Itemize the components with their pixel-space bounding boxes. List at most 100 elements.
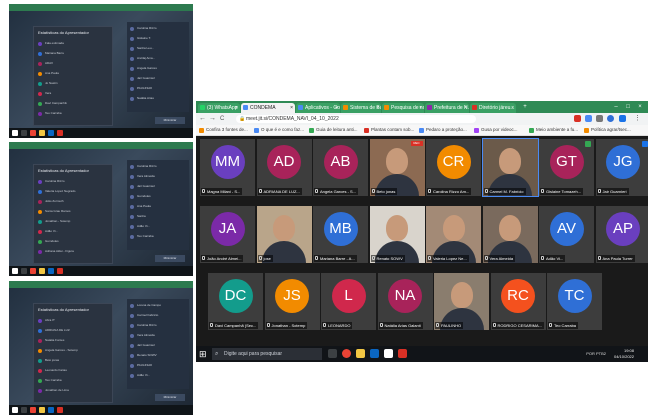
file-explorer-icon[interactable] bbox=[356, 349, 365, 358]
taskbar-app-icon bbox=[39, 130, 45, 136]
participant-tile[interactable]: AV Adão Vi... bbox=[539, 206, 594, 263]
participant-name: Mariana Barre - A... bbox=[314, 255, 357, 262]
bookmark-item[interactable]: Confira 3 fontes de... bbox=[199, 126, 248, 134]
speaker-name: Angela Garces - Sotemp bbox=[45, 348, 78, 352]
menu-badge-icon[interactable] bbox=[641, 141, 648, 147]
participant-tile[interactable]: Renato SOWV bbox=[369, 206, 425, 263]
participant-tile[interactable]: CR Carolina Rizzo Am... bbox=[426, 139, 481, 196]
participant-avatar: AB bbox=[323, 145, 358, 179]
minimize-panel-button[interactable]: Minimizar bbox=[155, 394, 185, 401]
windows-start-icon[interactable]: ⊞ bbox=[199, 349, 207, 359]
participant-tile[interactable]: AB Angela Garces - S... bbox=[313, 139, 368, 196]
system-tray[interactable]: POR PTB2 bbox=[586, 351, 606, 356]
menu-dots-icon[interactable]: ⋮ bbox=[634, 114, 641, 124]
participant-tile[interactable]: AD ADRIANA DE LUZ... bbox=[256, 139, 312, 196]
browser-tab[interactable]: CONDEMA × bbox=[241, 103, 295, 113]
participant-tile[interactable]: GT Gislaine Tomazeh... bbox=[539, 139, 594, 196]
participant-tile[interactable]: Carmel M. Fabrício bbox=[481, 138, 539, 197]
bookmark-favicon-icon bbox=[364, 128, 369, 133]
tab-close-icon[interactable]: × bbox=[376, 103, 379, 113]
address-bar: ← → C 🔒 meet.jit.si/CONDEMA_NAVI_04_10_2… bbox=[196, 113, 648, 125]
browser-tab[interactable]: Sistema de Ban...× bbox=[341, 103, 381, 113]
bookmark-label: Plantas contam sob... bbox=[371, 127, 415, 132]
sidepanel-icon[interactable] bbox=[619, 115, 626, 122]
participant-avatar: AP bbox=[606, 212, 640, 246]
task-view-icon[interactable] bbox=[328, 349, 337, 358]
bookmark-item[interactable]: Pedaro a proteção... bbox=[419, 126, 467, 134]
extension-icon[interactable] bbox=[574, 115, 581, 122]
participant-tile[interactable]: MB Mariana Barre - A... bbox=[313, 206, 368, 263]
tab-close-icon[interactable]: × bbox=[235, 103, 238, 113]
back-button[interactable]: ← bbox=[199, 114, 206, 124]
bookmark-item[interactable]: Guia de leitura anti... bbox=[309, 126, 358, 134]
participant-tile[interactable]: RC RODRIGO CESARIMA... bbox=[490, 273, 546, 330]
speaker-name: Mariana Barre bbox=[45, 51, 65, 55]
app-icon[interactable] bbox=[398, 349, 407, 358]
side-panel-name: PAULINHO bbox=[137, 363, 153, 367]
puzzle-icon[interactable] bbox=[596, 115, 603, 122]
browser-tab[interactable]: Aplicativos - Go...× bbox=[296, 103, 340, 113]
extension-icon[interactable] bbox=[585, 115, 592, 122]
status-badge bbox=[585, 141, 591, 147]
speaker-name: Natalia Fontes bbox=[45, 338, 65, 342]
participant-tile[interactable]: JA João André Almei... bbox=[200, 206, 255, 263]
taskbar-search-input[interactable]: ⌕ Digite aqui para pesquisar bbox=[212, 348, 322, 360]
browser-tab[interactable]: Pesquisa de no...× bbox=[382, 103, 424, 113]
speaker-name: Ana Paula bbox=[45, 71, 59, 75]
participant-name: João André Almei... bbox=[201, 255, 244, 262]
taskbar-clock[interactable]: 19:08 04/10/2022 bbox=[614, 348, 634, 360]
participant-tile[interactable]: MM Magna Milani - S... bbox=[200, 139, 255, 196]
participant-tile[interactable]: jose bbox=[256, 206, 312, 263]
participant-avatar: AV bbox=[549, 212, 584, 246]
speaker-stats-row: Natalia Fontes bbox=[38, 338, 108, 344]
browser-tab[interactable]: Diretório járeu... × bbox=[470, 103, 516, 113]
browser-tab[interactable]: (3) WhatsApp × bbox=[198, 103, 240, 113]
forward-button[interactable]: → bbox=[209, 114, 216, 124]
chrome-icon[interactable] bbox=[342, 349, 351, 358]
participant-avatar-icon bbox=[130, 195, 134, 199]
participant-tile[interactable]: DC Davi Campanhã (Sec... bbox=[208, 273, 263, 330]
participant-tile[interactable]: JG Jair Guarnieri bbox=[595, 139, 648, 196]
side-panel-name: Carolina Rizzo bbox=[137, 26, 157, 30]
speaker-name: Gumdoles bbox=[45, 239, 59, 243]
tab-close-icon[interactable]: × bbox=[419, 103, 422, 113]
store-icon[interactable] bbox=[384, 349, 393, 358]
participant-tile[interactable]: TC Teo Carraba bbox=[547, 273, 602, 330]
reload-button[interactable]: C bbox=[220, 114, 224, 124]
tab-close-icon[interactable]: × bbox=[290, 103, 293, 113]
minimize-panel-button[interactable]: Minimizar bbox=[155, 117, 185, 124]
edge-icon[interactable] bbox=[370, 349, 379, 358]
participant-tile[interactable]: PAULINHO bbox=[434, 273, 489, 330]
participant-tile[interactable]: L LEONARDO bbox=[321, 273, 376, 330]
side-panel-name: Gumdoles bbox=[137, 194, 151, 198]
bookmark-item[interactable]: Gusa por videoc... bbox=[474, 126, 518, 134]
tab-close-icon[interactable]: × bbox=[511, 103, 514, 113]
bookmark-item[interactable]: Política agrar/tsec... bbox=[584, 126, 631, 134]
close-window-button[interactable]: × bbox=[634, 101, 646, 113]
search-placeholder: Digite aqui para pesquisar bbox=[224, 351, 283, 357]
speaker-stats-row: Mariana Barre bbox=[38, 51, 108, 57]
participant-tile[interactable]: JS Jonathan - Sotemp bbox=[264, 273, 320, 330]
maximize-window-button[interactable]: □ bbox=[622, 101, 634, 113]
profile-icon[interactable] bbox=[607, 115, 614, 122]
new-tab-button[interactable]: + bbox=[519, 101, 531, 113]
bookmark-label: Confira 3 fontes de... bbox=[206, 127, 248, 132]
minimize-panel-button[interactable]: Minimizar bbox=[155, 255, 185, 262]
bookmark-item[interactable]: Plantas contam sob... bbox=[364, 126, 414, 134]
participant-tile[interactable]: Beto jonas REC bbox=[369, 139, 425, 196]
participant-tile[interactable]: Valeria Lopez Ne... bbox=[426, 206, 481, 263]
url-field[interactable]: 🔒 meet.jit.si/CONDEMA_NAVI_04_10_2022 bbox=[236, 115, 476, 123]
tab-close-icon[interactable]: × bbox=[335, 103, 338, 113]
participant-tile[interactable]: NA Natália Arias Galanti bbox=[377, 273, 433, 330]
speaker-stats-row: ADAV bbox=[38, 61, 108, 67]
tab-close-icon[interactable]: × bbox=[464, 103, 467, 113]
speaker-stats-row: Teo Carraba bbox=[38, 111, 108, 117]
browser-tab[interactable]: Prefeitura de N... × bbox=[425, 103, 469, 113]
minimize-window-button[interactable]: – bbox=[610, 101, 622, 113]
taskbar-app-icon bbox=[12, 268, 18, 274]
speaker-avatar-icon bbox=[38, 339, 42, 343]
participant-tile[interactable]: AP Ana Paula Turrer bbox=[595, 206, 648, 263]
bookmark-item[interactable]: Meio ambiente a fu... bbox=[529, 126, 578, 134]
participant-tile[interactable]: Vera Almeida bbox=[482, 206, 538, 263]
bookmark-item[interactable]: O que é e como faz... bbox=[254, 126, 304, 134]
